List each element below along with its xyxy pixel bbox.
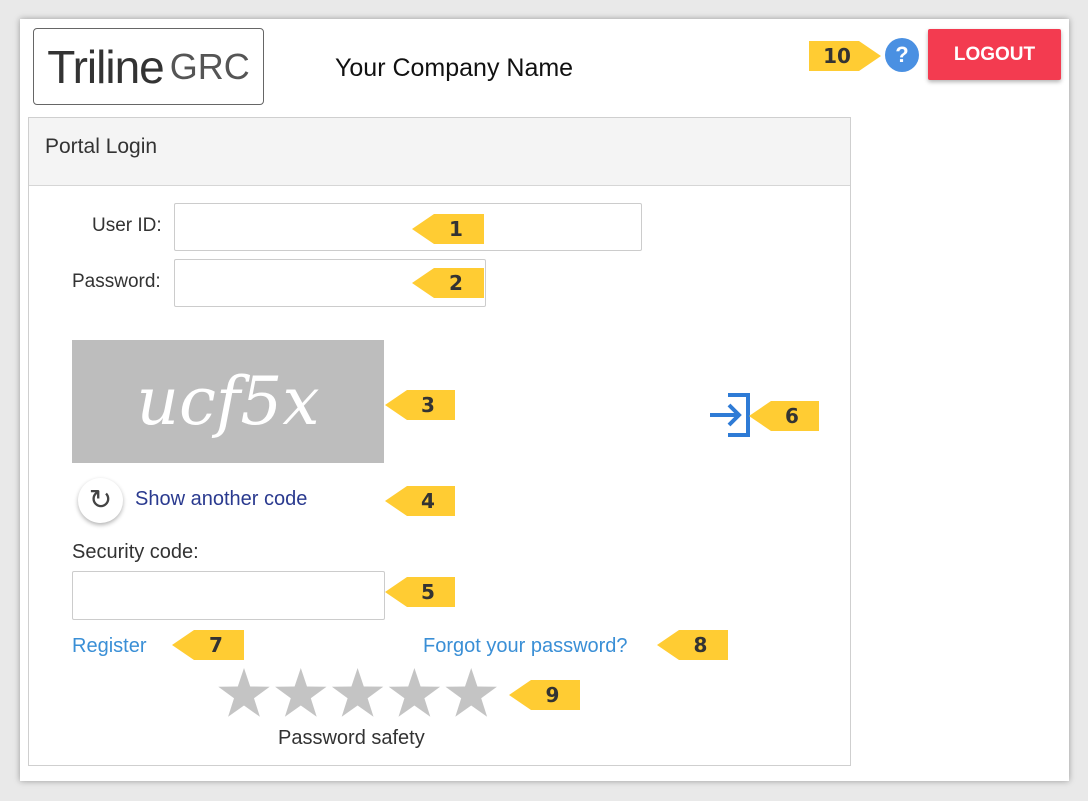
user-id-label: User ID: [92, 215, 162, 236]
star-icon [445, 668, 497, 717]
star-icon [275, 668, 327, 717]
star-icon [331, 668, 384, 717]
star-icon [218, 668, 270, 717]
security-code-input[interactable] [72, 571, 385, 620]
star-icon [388, 668, 441, 717]
register-link[interactable]: Register [72, 635, 146, 658]
panel-header: Portal Login [29, 118, 850, 186]
captcha-image: ucf5x [72, 340, 384, 463]
logo-sub-text: GRC [169, 45, 250, 87]
company-name: Your Company Name [335, 54, 574, 82]
help-icon[interactable]: ? [885, 38, 919, 72]
forgot-password-link[interactable]: Forgot your password? [423, 635, 628, 658]
refresh-icon[interactable]: ↻ [78, 478, 123, 523]
password-label: Password: [72, 271, 161, 292]
show-another-code-link[interactable]: Show another code [135, 488, 307, 511]
login-arrow-icon[interactable] [706, 391, 752, 439]
password-safety-stars [218, 668, 497, 717]
logout-button[interactable]: LOGOUT [928, 29, 1061, 80]
security-code-label: Security code: [72, 541, 199, 563]
user-id-input[interactable] [174, 203, 642, 251]
password-safety-label: Password safety [278, 727, 425, 749]
panel-title: Portal Login [45, 135, 158, 158]
logo-main-text: Triline [47, 40, 165, 93]
company-logo: Triline GRC [33, 28, 264, 105]
